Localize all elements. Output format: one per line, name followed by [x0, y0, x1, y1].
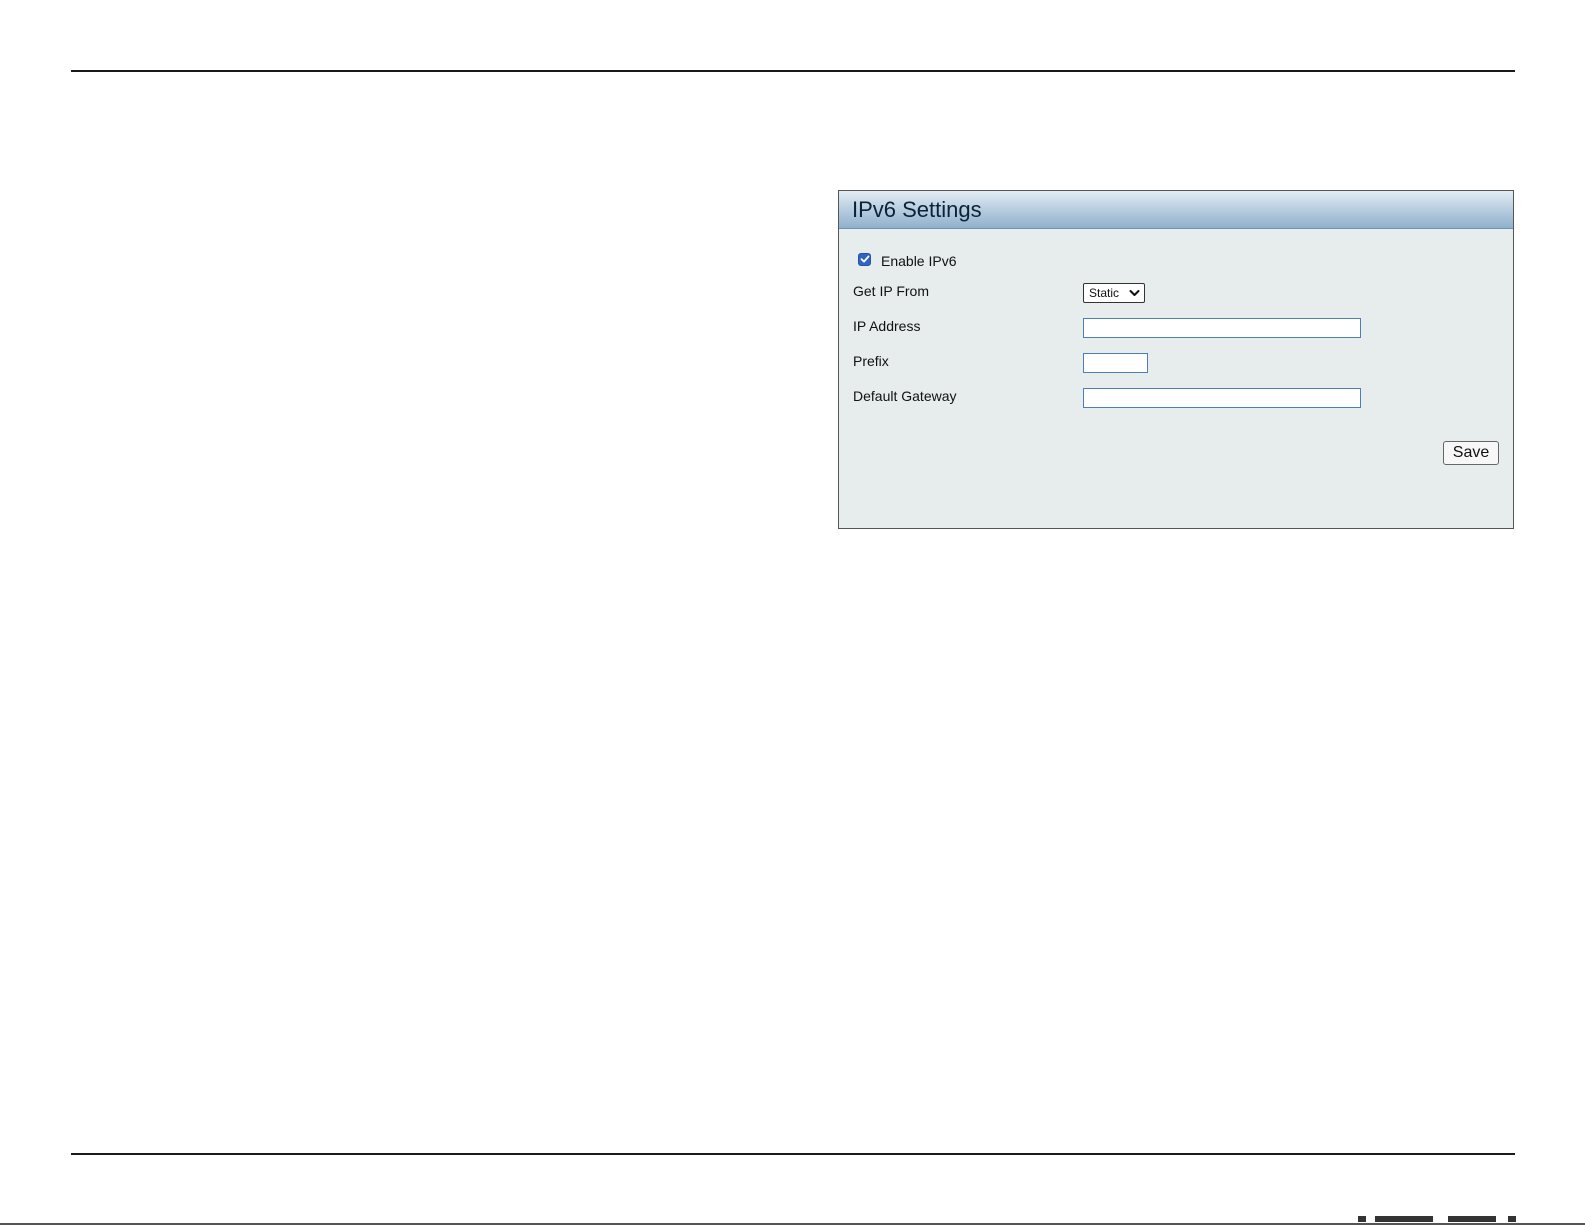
- default-gateway-input[interactable]: [1083, 388, 1361, 408]
- panel-title: IPv6 Settings: [852, 197, 982, 222]
- ip-address-label: IP Address: [853, 318, 921, 334]
- enable-ipv6-checkbox[interactable]: [858, 252, 871, 266]
- prefix-label: Prefix: [853, 353, 889, 369]
- default-gateway-label: Default Gateway: [853, 388, 957, 404]
- enable-ipv6-row: Enable IPv6: [858, 251, 957, 269]
- enable-ipv6-label: Enable IPv6: [881, 253, 957, 269]
- footer-mark: [1358, 1216, 1366, 1222]
- ipv6-settings-panel: IPv6 Settings Enable IPv6 Get IP From St…: [838, 190, 1514, 529]
- panel-header: IPv6 Settings: [839, 191, 1513, 229]
- footer-mark: [1508, 1216, 1516, 1222]
- get-ip-from-selected: Static: [1089, 286, 1120, 300]
- get-ip-from-select[interactable]: Static: [1083, 283, 1145, 303]
- footer-mark: [1448, 1216, 1496, 1222]
- bottom-divider: [71, 1153, 1515, 1155]
- save-button[interactable]: Save: [1443, 441, 1499, 465]
- checkmark-icon: [860, 255, 869, 263]
- top-divider: [71, 70, 1515, 72]
- manual-page: IPv6 Settings Enable IPv6 Get IP From St…: [0, 0, 1585, 1225]
- get-ip-from-label: Get IP From: [853, 283, 929, 299]
- chevron-down-icon: [1129, 290, 1140, 296]
- footer-mark: [1375, 1216, 1433, 1222]
- ip-address-input[interactable]: [1083, 318, 1361, 338]
- prefix-input[interactable]: [1083, 353, 1148, 373]
